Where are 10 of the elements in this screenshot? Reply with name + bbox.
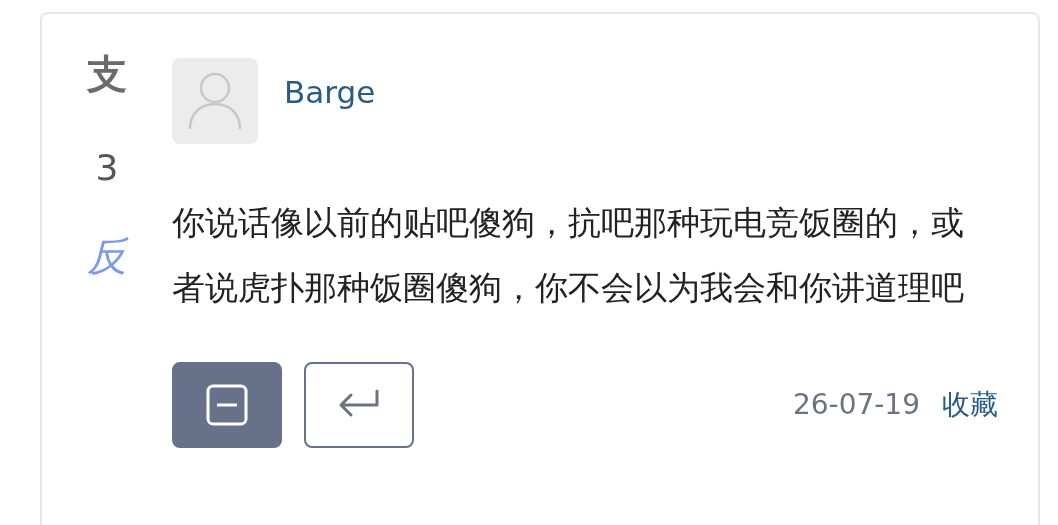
collapse-button[interactable] (172, 362, 282, 448)
favorite-link[interactable]: 收藏 (942, 384, 998, 426)
comment-date: 26-07-19 (792, 387, 920, 423)
reply-button[interactable] (304, 362, 414, 448)
support-vote[interactable]: 支 (87, 54, 127, 94)
author-name[interactable]: Barge (284, 68, 376, 116)
vote-count: 3 (95, 150, 119, 186)
comment-text: 你说话像以前的贴吧傻狗，抗吧那种玩电竞饭圈的，或者说虎扑那种饭圈傻狗，你不会以为我会和你讲道理吧 (172, 202, 965, 309)
minus-square-icon (205, 383, 249, 427)
user-icon (187, 71, 243, 131)
